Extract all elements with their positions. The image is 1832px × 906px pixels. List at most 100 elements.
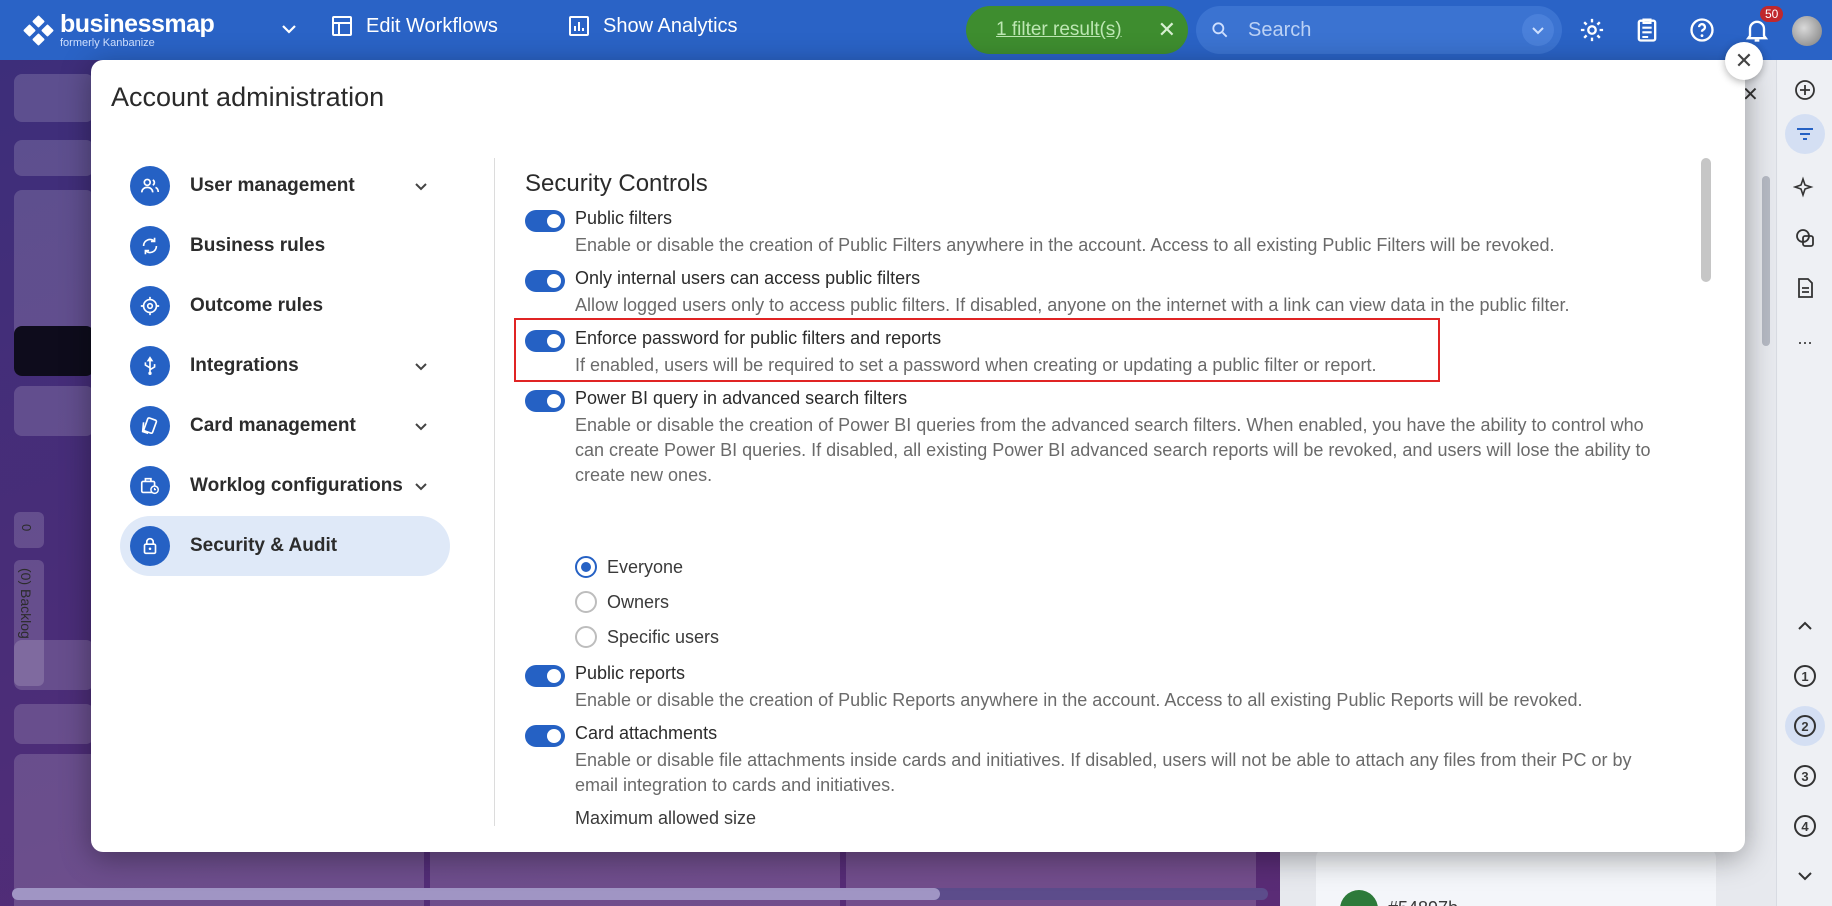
setting-description: Enable or disable the creation of Public… bbox=[575, 690, 1583, 710]
cards-icon bbox=[130, 406, 170, 446]
document-icon[interactable] bbox=[1791, 274, 1819, 302]
businessmap-logo[interactable]: businessmap formerly Kanbanize bbox=[23, 12, 215, 49]
show-analytics-label: Show Analytics bbox=[603, 14, 738, 37]
notification-badge: 50 bbox=[1760, 6, 1784, 22]
level-3-icon[interactable]: 3 bbox=[1791, 762, 1819, 790]
level-4-icon[interactable]: 4 bbox=[1791, 812, 1819, 840]
card-attachments-toggle[interactable] bbox=[525, 725, 565, 747]
nav-item-worklog-configurations[interactable]: Worklog configurations bbox=[120, 456, 450, 516]
chevron-down-icon[interactable] bbox=[409, 174, 433, 198]
radio-button[interactable] bbox=[575, 591, 597, 613]
power-bi-toggle[interactable] bbox=[525, 390, 565, 412]
nav-label: Business rules bbox=[190, 235, 326, 256]
internal-users-toggle[interactable] bbox=[525, 270, 565, 292]
nav-label: Security & Audit bbox=[190, 535, 338, 556]
logo-subtitle: formerly Kanbanize bbox=[60, 37, 155, 49]
right-rail: ... 1 2 3 4 bbox=[1776, 60, 1832, 906]
account-administration-modal: Account administration User management B… bbox=[91, 60, 1745, 852]
show-analytics-button[interactable]: Show Analytics bbox=[567, 14, 738, 38]
edit-workflows-label: Edit Workflows bbox=[366, 14, 498, 37]
settings-icon[interactable] bbox=[1578, 16, 1606, 44]
public-filters-toggle[interactable] bbox=[525, 210, 565, 232]
clipboard-icon[interactable] bbox=[1633, 16, 1661, 44]
radio-everyone[interactable]: Everyone bbox=[575, 556, 683, 578]
table-icon bbox=[332, 16, 352, 36]
radio-button[interactable] bbox=[575, 556, 597, 578]
radio-label: Specific users bbox=[607, 626, 720, 647]
search-box[interactable] bbox=[1196, 6, 1562, 54]
target-icon bbox=[130, 286, 170, 326]
search-input[interactable] bbox=[1248, 16, 1488, 44]
more-icon[interactable]: ... bbox=[1791, 324, 1819, 352]
edit-workflows-button[interactable]: Edit Workflows bbox=[330, 14, 498, 38]
nav-item-outcome-rules[interactable]: Outcome rules bbox=[120, 276, 450, 336]
chevron-down-icon[interactable] bbox=[277, 17, 301, 41]
filter-results-link[interactable]: 1 filter result(s) bbox=[996, 19, 1122, 41]
nav-label: Card management bbox=[190, 415, 356, 436]
chevron-down-icon[interactable] bbox=[1791, 862, 1819, 890]
nav-item-integrations[interactable]: Integrations bbox=[120, 336, 450, 396]
settings-vertical-scrollbar[interactable] bbox=[1701, 158, 1711, 282]
sparkle-icon[interactable] bbox=[1791, 174, 1819, 202]
analytics-icon bbox=[569, 16, 589, 36]
add-circle-icon[interactable] bbox=[1791, 76, 1819, 104]
board-horizontal-scrollbar[interactable] bbox=[12, 888, 1268, 900]
board-card bbox=[14, 640, 94, 690]
avatar[interactable] bbox=[1792, 16, 1822, 46]
panel-scrollbar[interactable] bbox=[1762, 176, 1770, 346]
nav-label: User management bbox=[190, 175, 355, 196]
setting-label: Public reports bbox=[575, 663, 686, 683]
chevron-down-icon[interactable] bbox=[409, 354, 433, 378]
chat-icon[interactable] bbox=[1791, 224, 1819, 252]
admin-nav: User management Business rules Outcome r… bbox=[120, 156, 450, 576]
clear-filter-icon[interactable]: ✕ bbox=[1158, 18, 1176, 42]
level-2-icon[interactable]: 2 bbox=[1791, 712, 1819, 740]
scrollbar-thumb[interactable] bbox=[12, 888, 940, 900]
search-icon bbox=[1212, 22, 1228, 38]
setting-label: Only internal users can access public fi… bbox=[575, 268, 921, 288]
board-card bbox=[14, 326, 94, 376]
radio-button[interactable] bbox=[575, 626, 597, 648]
setting-description: Enable or disable the creation of Power … bbox=[575, 415, 1651, 485]
board-card bbox=[14, 140, 94, 176]
level-1-icon[interactable]: 1 bbox=[1791, 662, 1819, 690]
nav-item-business-rules[interactable]: Business rules bbox=[120, 216, 450, 276]
refresh-icon bbox=[130, 226, 170, 266]
setting-description: Enable or disable the creation of Public… bbox=[575, 235, 1555, 255]
nav-item-card-management[interactable]: Card management bbox=[120, 396, 450, 456]
column-count: 0 bbox=[14, 512, 44, 548]
public-reports-toggle[interactable] bbox=[525, 665, 565, 687]
briefcase-clock-icon bbox=[130, 466, 170, 506]
filter-icon[interactable] bbox=[1791, 120, 1819, 148]
section-title: Security Controls bbox=[525, 170, 708, 197]
radio-specific-users[interactable]: Specific users bbox=[575, 626, 719, 648]
chevron-down-icon bbox=[1532, 27, 1544, 35]
nav-item-user-management[interactable]: User management bbox=[120, 156, 450, 216]
chevron-up-icon[interactable] bbox=[1791, 612, 1819, 640]
card-id: #54897b bbox=[1388, 898, 1458, 906]
radio-label: Everyone bbox=[607, 556, 684, 577]
nav-item-security-audit[interactable]: Security & Audit bbox=[120, 516, 450, 576]
modal-close-button[interactable]: ✕ bbox=[1725, 42, 1763, 80]
setting-description: Enable or disable file attachments insid… bbox=[575, 750, 1632, 795]
help-icon[interactable] bbox=[1688, 16, 1716, 44]
top-bar: businessmap formerly Kanbanize Edit Work… bbox=[0, 0, 1832, 60]
usb-icon bbox=[130, 346, 170, 386]
chevron-down-icon[interactable] bbox=[409, 474, 433, 498]
filter-results-pill[interactable]: 1 filter result(s) ✕ bbox=[966, 6, 1188, 54]
nav-divider bbox=[494, 158, 495, 826]
setting-label: Power BI query in advanced search filter… bbox=[575, 388, 908, 408]
board-card bbox=[14, 386, 94, 436]
setting-label: Card attachments bbox=[575, 723, 718, 743]
setting-description: Allow logged users only to access public… bbox=[575, 295, 1570, 315]
enforce-password-toggle[interactable] bbox=[525, 330, 565, 352]
users-icon bbox=[130, 166, 170, 206]
lock-icon bbox=[130, 526, 170, 566]
panel-card-item[interactable] bbox=[1316, 848, 1716, 906]
chevron-down-icon[interactable] bbox=[409, 414, 433, 438]
board-card bbox=[14, 74, 94, 122]
radio-owners[interactable]: Owners bbox=[575, 591, 669, 613]
setting-label: Public filters bbox=[575, 208, 673, 228]
search-dropdown-button[interactable] bbox=[1522, 14, 1554, 46]
setting-description: If enabled, users will be required to se… bbox=[575, 355, 1377, 375]
